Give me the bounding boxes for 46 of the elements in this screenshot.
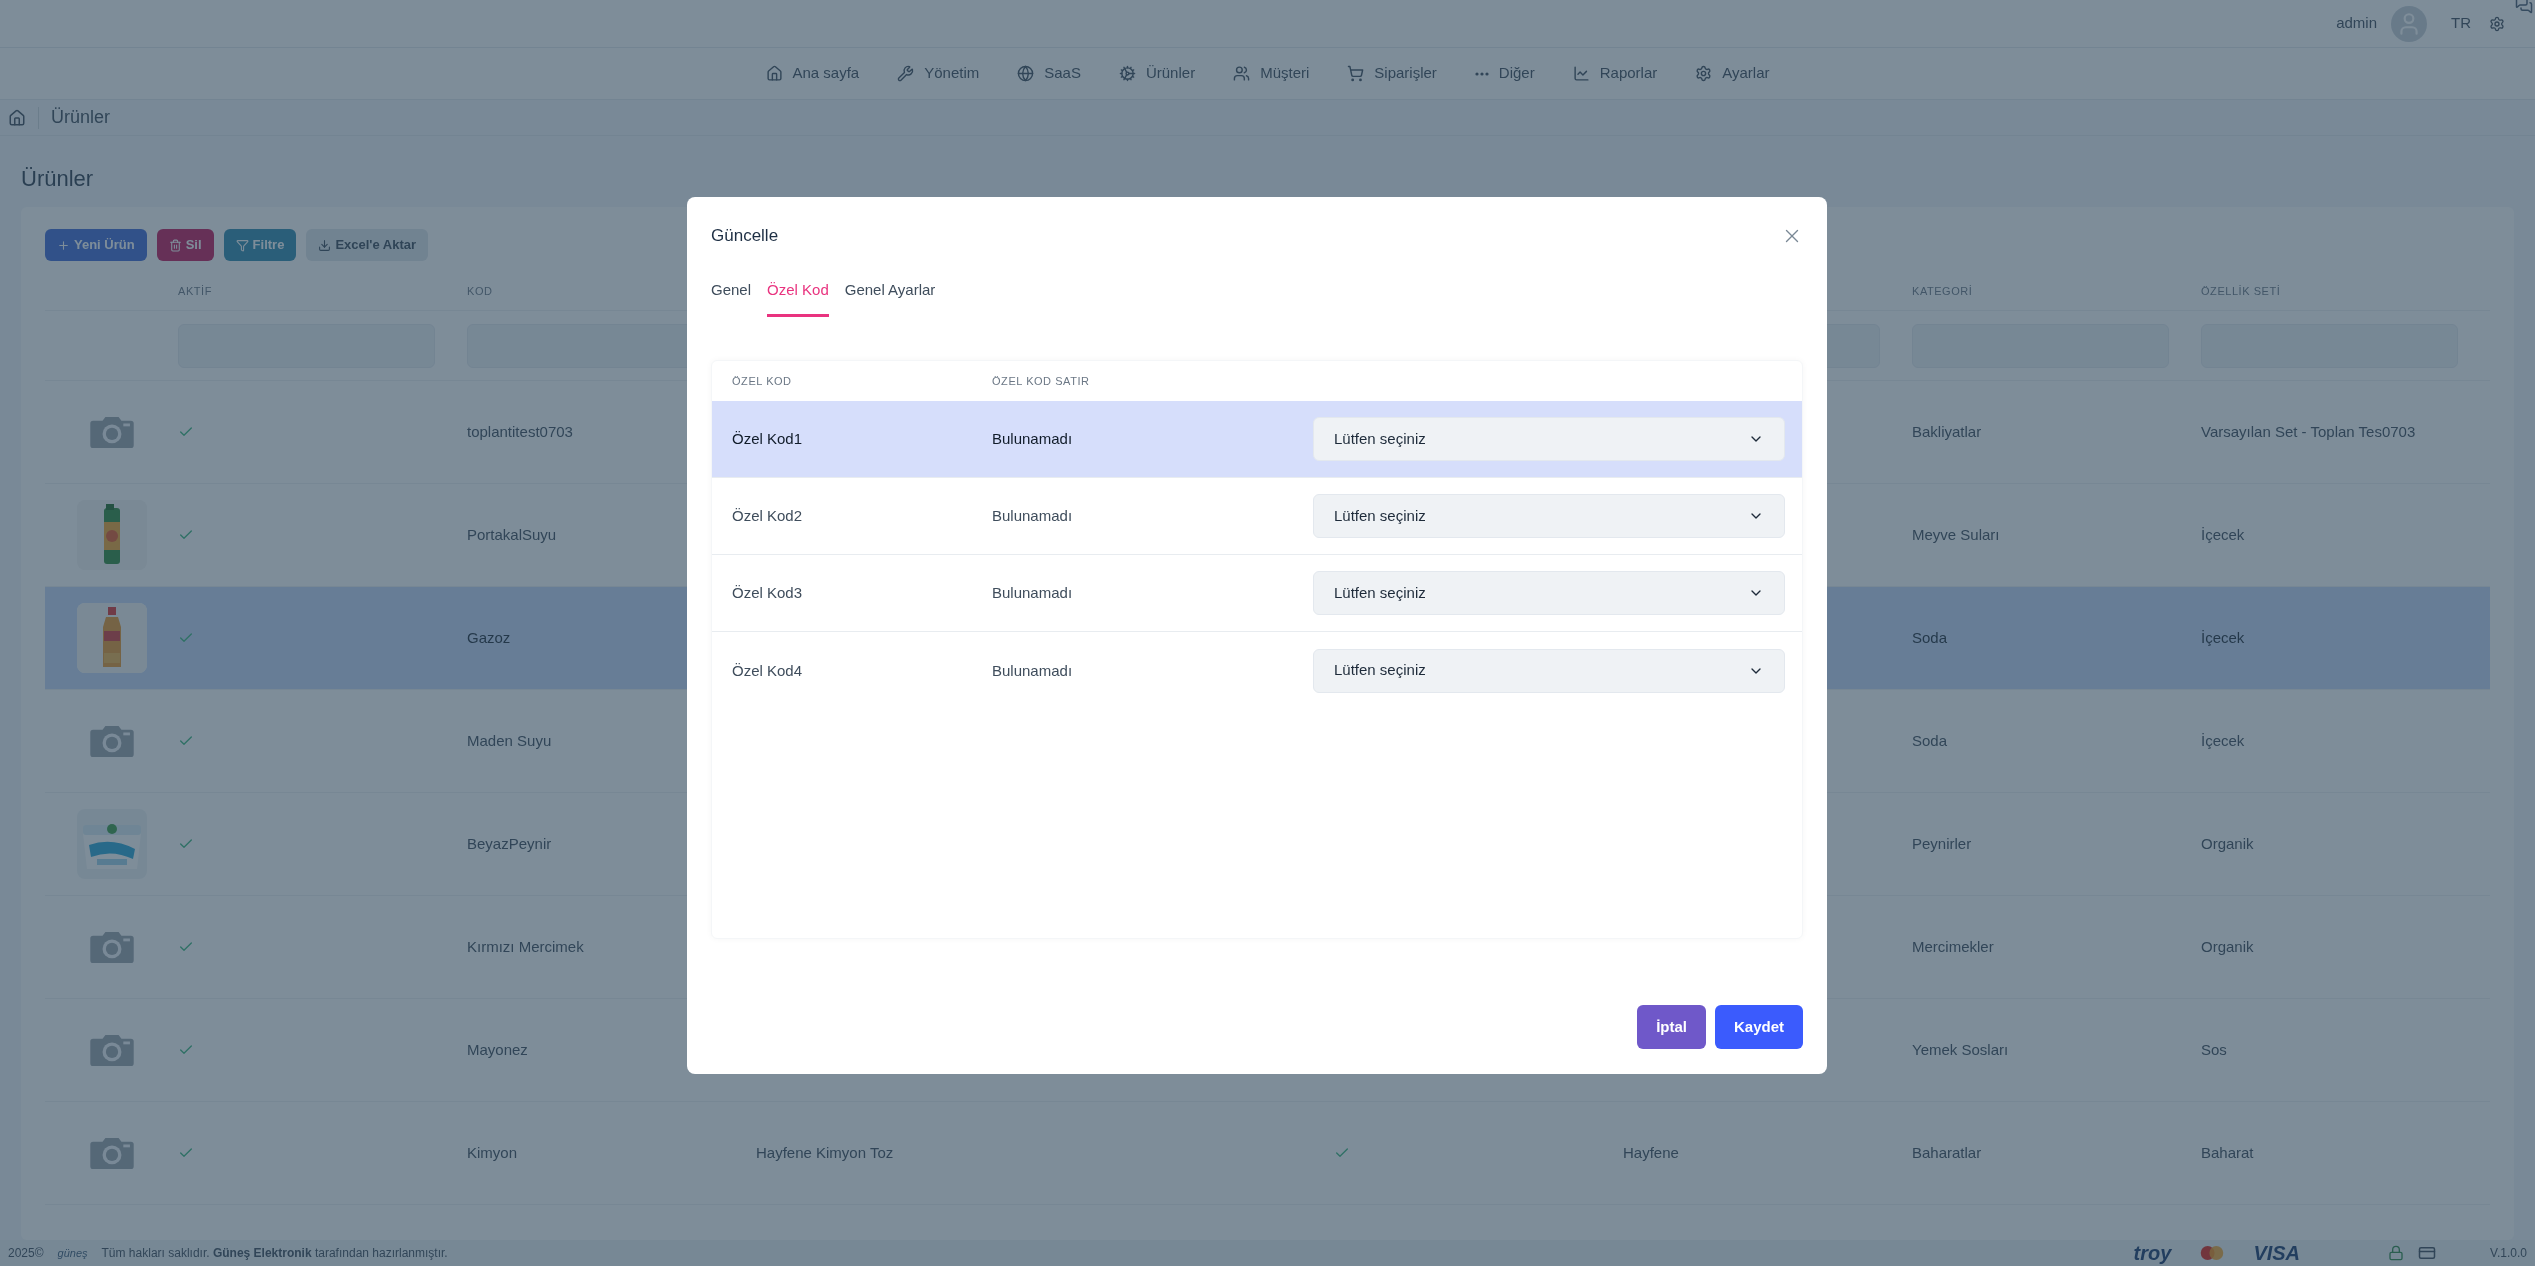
table-cell: Mayonez <box>467 1041 528 1058</box>
table-cell: Organik <box>2201 835 2254 852</box>
table-cell: Özel Kod1 <box>732 430 803 447</box>
table-cell: Maden Suyu <box>467 732 552 749</box>
table-cell: Kırmızı Mercimek <box>467 938 584 955</box>
table-cell: İçecek <box>2201 732 2245 749</box>
table-cell: Baharat <box>2201 1144 2254 1161</box>
table-cell: Soda <box>1912 629 1948 646</box>
copyright-text: Tüm hakları saklıdır. Güneş Elektronik tarafından hazırlanmıştır. <box>101 1245 448 1262</box>
table-cell: Soda <box>1912 732 1948 749</box>
column-header: KATEGORİ <box>1912 284 1973 297</box>
table-cell: Meyve Suları <box>1912 526 2000 543</box>
table-cell: İçecek <box>2201 629 2245 646</box>
table-cell: Özel Kod2 <box>732 507 803 524</box>
payment-logo: VISA <box>2253 1241 2301 1266</box>
table-cell: Kimyon <box>467 1144 518 1161</box>
version-label: V.1.0.0 <box>2490 1245 2527 1262</box>
column-header: AKTİF <box>178 284 212 297</box>
table-cell: Bakliyatlar <box>1912 423 1982 440</box>
table-cell: Mercimekler <box>1912 938 1994 955</box>
table-cell: Yemek Sosları <box>1912 1041 2009 1058</box>
table-cell: Sos <box>2201 1041 2227 1058</box>
column-header: KOD <box>467 284 493 297</box>
table-cell: Peynirler <box>1912 835 1972 852</box>
table-cell: Hayfene <box>1623 1144 1679 1161</box>
table-cell: PortakalSuyu <box>467 526 557 543</box>
table-cell: Bulunamadı <box>992 430 1073 447</box>
column-header: ÖZELLİK SETİ <box>2201 284 2281 297</box>
table-cell: Bulunamadı <box>992 507 1073 524</box>
table-cell: Hayfene Kimyon Toz <box>756 1144 894 1161</box>
page-title: Ürünler <box>21 165 95 193</box>
modal-title: Güncelle <box>711 225 779 248</box>
table-cell: Baharatlar <box>1912 1144 1982 1161</box>
table-cell: Varsayılan Set - Toplan Tes0703 <box>2201 423 2416 440</box>
table-cell: Bulunamadı <box>992 661 1073 679</box>
payment-logo: troy <box>2133 1241 2172 1266</box>
table-cell: BeyazPeynir <box>467 835 552 852</box>
table-cell: İçecek <box>2201 526 2245 543</box>
table-cell: Bulunamadı <box>992 584 1073 601</box>
copyright-year: 2025© <box>8 1245 44 1262</box>
company-logo: güneş <box>57 1245 88 1261</box>
table-cell: Özel Kod3 <box>732 584 803 601</box>
table-cell: Özel Kod4 <box>732 661 803 679</box>
table-cell: Gazoz <box>467 629 511 646</box>
table-cell: Organik <box>2201 938 2254 955</box>
table-cell: toplantitest0703 <box>467 423 573 440</box>
